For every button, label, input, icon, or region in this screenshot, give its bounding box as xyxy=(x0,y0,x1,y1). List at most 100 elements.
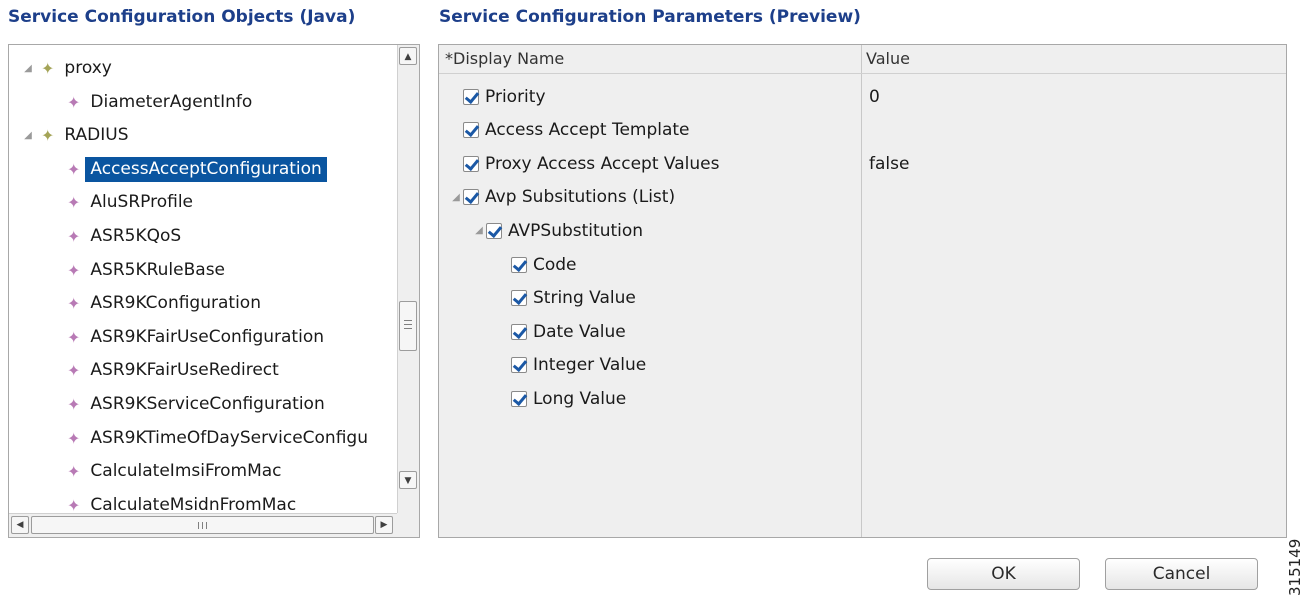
parameter-label: String Value xyxy=(533,288,636,309)
tree-item-label: ASR5KQoS xyxy=(90,226,182,246)
tree-item[interactable]: ✦ ASR5KRuleBase xyxy=(67,254,230,287)
tree-item-label: ASR9KConfiguration xyxy=(90,293,261,314)
right-panel-title: Service Configuration Parameters (Previe… xyxy=(439,7,861,27)
scroll-down-icon[interactable]: ▼ xyxy=(399,471,417,489)
scroll-right-icon[interactable]: ▶ xyxy=(375,516,393,534)
checkmark-icon xyxy=(512,290,528,306)
tree-item-label: CalculateMsidnFromMac xyxy=(90,494,297,513)
parameter-label: Proxy Access Accept Values xyxy=(485,153,720,174)
scroll-corner xyxy=(397,513,419,537)
scroll-up-icon[interactable]: ▲ xyxy=(399,47,417,65)
checkmark-icon xyxy=(512,256,528,272)
row-checkbox[interactable] xyxy=(463,189,480,206)
grip-line xyxy=(404,324,412,325)
tree-item[interactable]: ✦ ASR9KTimeOfDayServiceConfigu xyxy=(67,422,373,455)
tree-item-label: ASR9KServiceConfiguration xyxy=(90,394,325,414)
tree-item[interactable]: ✦ CalculateMsidnFromMac xyxy=(67,489,301,513)
tree-item[interactable]: ✦ DiameterAgentInfo xyxy=(67,86,257,119)
checkmark-icon xyxy=(464,88,480,104)
tree-item[interactable]: ✦ AccessAcceptConfiguration xyxy=(67,153,327,186)
checkmark-icon xyxy=(464,122,480,138)
tree-item[interactable]: ✦ ASR9KFairUseConfiguration xyxy=(67,321,329,354)
parameter-value[interactable]: 0 xyxy=(869,87,880,107)
leaf-diamond-icon: ✦ xyxy=(67,428,81,448)
figure-id: 315149 xyxy=(1286,538,1303,596)
tree-item-label: DiameterAgentInfo xyxy=(90,91,253,112)
leaf-diamond-icon: ✦ xyxy=(67,159,81,179)
row-checkbox[interactable] xyxy=(463,88,480,105)
grip-line xyxy=(206,522,207,529)
tree-item-label: ASR9KFairUseConfiguration xyxy=(90,326,324,347)
checkmark-icon xyxy=(512,357,528,373)
leaf-diamond-icon: ✦ xyxy=(67,260,81,280)
table-row[interactable]: ◢ Avp Subsitutions (List) xyxy=(439,181,1286,214)
folder-diamond-icon: ✦ xyxy=(41,59,55,78)
ok-button[interactable]: OK xyxy=(927,558,1080,590)
row-checkbox[interactable] xyxy=(511,390,528,407)
leaf-diamond-icon: ✦ xyxy=(67,495,81,513)
table-row[interactable]: Access Accept Template xyxy=(439,114,1286,147)
grip-line xyxy=(404,320,412,321)
column-header-value[interactable]: Value xyxy=(866,49,910,68)
scroll-left-icon[interactable]: ◀ xyxy=(11,516,29,534)
expand-toggle-icon[interactable]: ◢ xyxy=(449,192,463,203)
expand-toggle-icon[interactable]: ◢ xyxy=(472,225,486,236)
parameter-value[interactable]: false xyxy=(869,154,909,174)
leaf-diamond-icon: ✦ xyxy=(67,193,81,213)
leaf-diamond-icon: ✦ xyxy=(67,361,81,381)
table-header: *Display Name Value xyxy=(439,45,1286,74)
row-checkbox[interactable] xyxy=(511,256,528,273)
tree-item-label: proxy xyxy=(64,58,112,78)
leaf-diamond-icon: ✦ xyxy=(67,462,81,482)
parameter-label: Access Accept Template xyxy=(485,120,690,141)
tree-item-label: RADIUS xyxy=(64,125,129,146)
tree-item-label: ASR9KTimeOfDayServiceConfigu xyxy=(90,427,368,448)
parameter-label: Avp Subsitutions (List) xyxy=(485,187,676,208)
tree-item[interactable]: ◢ ✦ RADIUS xyxy=(21,119,134,152)
table-row[interactable]: Code xyxy=(439,248,1286,281)
checkmark-icon xyxy=(464,155,480,171)
parameter-label: Code xyxy=(533,254,577,275)
folder-diamond-icon: ✦ xyxy=(41,126,55,146)
row-checkbox[interactable] xyxy=(511,323,528,340)
row-checkbox[interactable] xyxy=(463,122,480,139)
cancel-button[interactable]: Cancel xyxy=(1105,558,1258,590)
grip-line xyxy=(202,522,203,529)
leaf-diamond-icon: ✦ xyxy=(67,92,81,112)
row-checkbox[interactable] xyxy=(486,222,503,239)
tree-item[interactable]: ✦ ASR9KServiceConfiguration xyxy=(67,388,330,421)
tree-horizontal-scrollbar[interactable]: ◀ ▶ xyxy=(9,513,397,537)
checkmark-icon xyxy=(464,189,480,205)
service-objects-tree: ◢ ✦ proxy ✦ DiameterAgentInfo ◢ ✦ RADIUS ✦ Access… xyxy=(8,44,420,538)
tree-vertical-scrollbar[interactable]: ▲ ▼ xyxy=(397,45,419,513)
expand-toggle-icon[interactable]: ◢ xyxy=(21,130,35,141)
table-row[interactable]: Integer Value xyxy=(439,349,1286,382)
column-header-display-name[interactable]: *Display Name xyxy=(445,49,564,68)
tree-item-label: ASR9KFairUseRedirect xyxy=(90,360,279,381)
horizontal-scroll-thumb[interactable] xyxy=(31,516,374,534)
vertical-scroll-thumb[interactable] xyxy=(399,301,417,351)
grip-line xyxy=(404,328,412,329)
leaf-diamond-icon: ✦ xyxy=(67,294,81,314)
table-row[interactable]: Proxy Access Accept Values false xyxy=(439,147,1286,180)
expand-toggle-icon[interactable]: ◢ xyxy=(21,63,35,74)
table-row[interactable]: Long Value xyxy=(439,382,1286,415)
tree-item[interactable]: ✦ AluSRProfile xyxy=(67,186,198,219)
table-row[interactable]: Date Value xyxy=(439,315,1286,348)
table-row[interactable]: ◢ AVPSubstitution xyxy=(439,214,1286,247)
leaf-diamond-icon: ✦ xyxy=(67,327,81,347)
tree-item[interactable]: ✦ ASR5KQoS xyxy=(67,220,186,253)
checkmark-icon xyxy=(487,222,503,238)
row-checkbox[interactable] xyxy=(511,290,528,307)
grip-line xyxy=(198,522,199,529)
tree-item[interactable]: ✦ ASR9KFairUseRedirect xyxy=(67,354,284,387)
tree-item-label: AluSRProfile xyxy=(90,192,193,213)
tree-item-label: ASR5KRuleBase xyxy=(90,259,226,280)
row-checkbox[interactable] xyxy=(463,155,480,172)
table-row[interactable]: Priority 0 xyxy=(439,80,1286,113)
tree-item[interactable]: ✦ CalculateImsiFromMac xyxy=(67,455,287,488)
row-checkbox[interactable] xyxy=(511,357,528,374)
table-row[interactable]: String Value xyxy=(439,282,1286,315)
tree-item[interactable]: ◢ ✦ proxy xyxy=(21,52,117,85)
tree-item[interactable]: ✦ ASR9KConfiguration xyxy=(67,287,266,320)
